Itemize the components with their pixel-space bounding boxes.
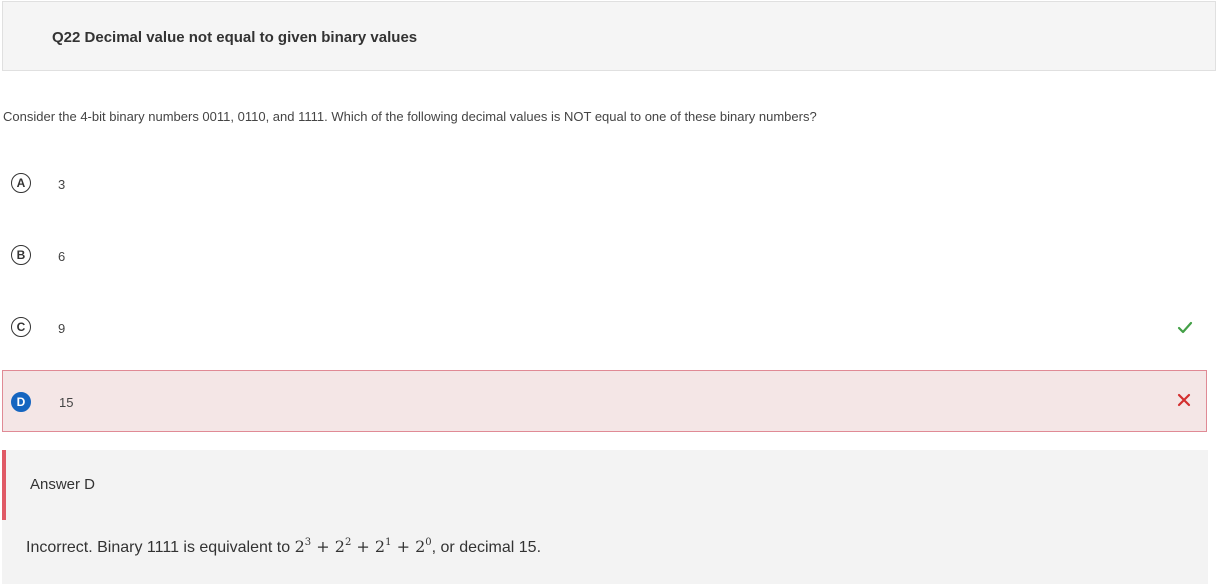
option-d[interactable]: D 15	[2, 370, 1207, 432]
close-icon	[1177, 393, 1191, 407]
option-a-value: 3	[58, 177, 66, 192]
explanation-text: Incorrect. Binary 1111 is equivalent to …	[26, 537, 541, 557]
explanation-panel: Answer D Incorrect. Binary 1111 is equiv…	[2, 450, 1208, 584]
explanation-text-after: , or decimal 15.	[431, 539, 542, 556]
explanation-math: 23 + 22 + 21 + 20	[294, 537, 432, 556]
option-c-badge: C	[11, 317, 31, 337]
option-a[interactable]: A 3	[2, 154, 1207, 216]
option-c[interactable]: C 9	[2, 298, 1207, 360]
question-header: Q22 Decimal value not equal to given bin…	[2, 1, 1216, 71]
explanation-text-before: Incorrect. Binary 1111 is equivalent to	[26, 539, 291, 556]
option-d-badge: D	[11, 392, 31, 412]
option-b[interactable]: B 6	[2, 226, 1207, 288]
option-d-value: 15	[59, 395, 74, 410]
check-icon	[1177, 321, 1193, 334]
answer-label: Answer D	[30, 476, 96, 493]
option-b-badge: B	[11, 245, 31, 265]
option-b-value: 6	[58, 249, 66, 264]
question-text: Consider the 4-bit binary numbers 0011, …	[3, 109, 817, 124]
option-c-value: 9	[58, 321, 66, 336]
explanation-accent-bar	[2, 450, 6, 520]
option-a-badge: A	[11, 173, 31, 193]
question-title: Q22 Decimal value not equal to given bin…	[52, 29, 418, 46]
